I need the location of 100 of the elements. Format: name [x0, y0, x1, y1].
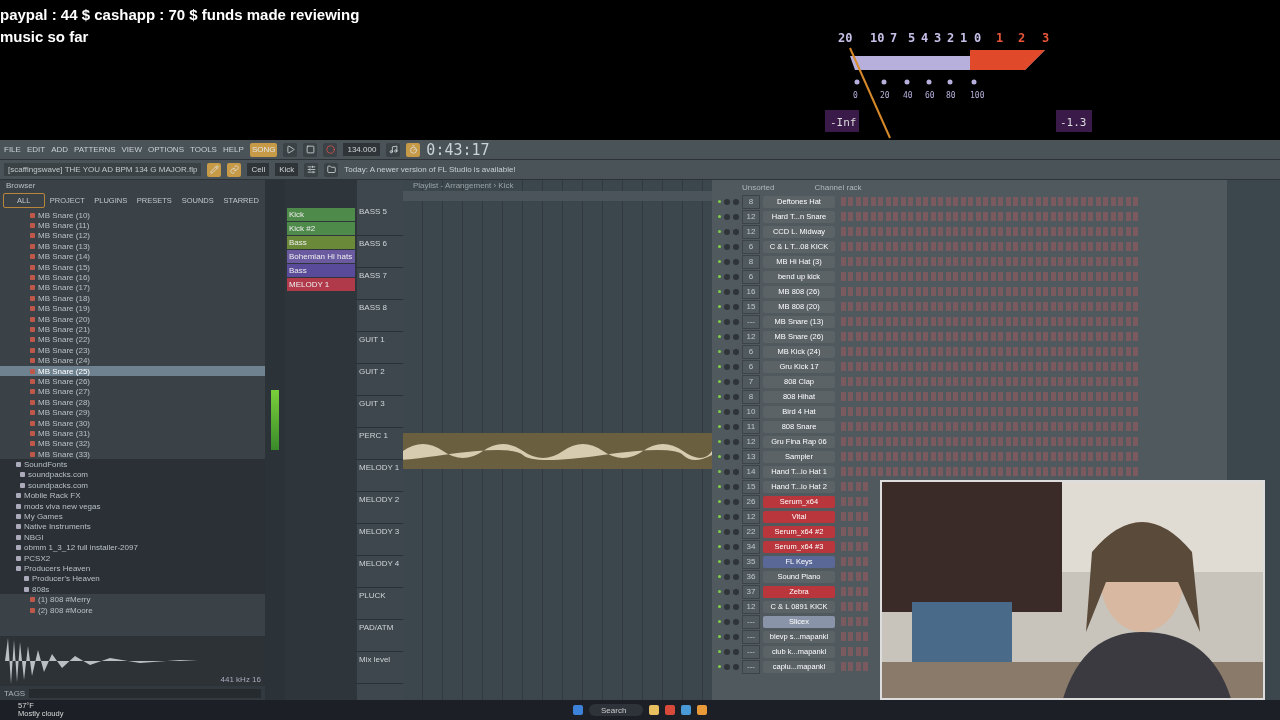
step-sequencer[interactable] — [841, 527, 869, 536]
step-sequencer[interactable] — [841, 272, 1141, 281]
browser-item[interactable]: (2) 808 #Moore — [0, 604, 265, 616]
pattern-selector[interactable]: Kick — [275, 163, 299, 176]
browser-item[interactable]: Mobile Rack FX — [0, 490, 265, 501]
pattern-item[interactable]: Bass — [287, 236, 355, 249]
step-sequencer[interactable] — [841, 242, 1141, 251]
browser-item[interactable]: MB Snare (25) — [0, 365, 265, 377]
browser-item[interactable]: MB Snare (24) — [0, 355, 265, 366]
volume-knob[interactable] — [733, 573, 739, 580]
browser-button[interactable] — [324, 162, 339, 177]
volume-knob[interactable] — [733, 558, 739, 565]
step-sequencer[interactable] — [841, 362, 1141, 371]
volume-knob[interactable] — [733, 603, 739, 610]
mixer-track-number[interactable]: 15 — [742, 479, 760, 494]
step-sequencer[interactable] — [841, 542, 869, 551]
mixer-track-number[interactable]: 12 — [742, 329, 760, 344]
browser-item[interactable]: MB Snare (10) — [0, 210, 265, 221]
pan-knob[interactable] — [724, 603, 730, 610]
step-sequencer[interactable] — [841, 557, 869, 566]
mixer-track-number[interactable]: 12 — [742, 434, 760, 449]
mixer-track-number[interactable]: --- — [742, 644, 760, 659]
menu-item[interactable]: FILE — [4, 145, 21, 154]
mixer-track-number[interactable]: 14 — [742, 464, 760, 479]
menu-item[interactable]: OPTIONS — [147, 145, 184, 154]
volume-knob[interactable] — [733, 633, 739, 640]
mixer-track-number[interactable]: 12 — [742, 599, 760, 614]
mixer-track-number[interactable]: 12 — [742, 209, 760, 224]
step-sequencer[interactable] — [841, 602, 869, 611]
mixer-track-number[interactable]: 8 — [742, 254, 760, 269]
menu-item[interactable]: VIEW — [121, 145, 142, 154]
mixer-track-number[interactable]: 15 — [742, 299, 760, 314]
browser-item[interactable]: MB Snare (21) — [0, 324, 265, 335]
browser-item[interactable]: MB Snare (14) — [0, 251, 265, 262]
pan-knob[interactable] — [724, 273, 730, 280]
volume-knob[interactable] — [733, 303, 739, 310]
step-sequencer[interactable] — [841, 197, 1141, 206]
step-sequencer[interactable] — [841, 257, 1141, 266]
pan-knob[interactable] — [724, 333, 730, 340]
step-sequencer[interactable] — [841, 317, 1141, 326]
mixer-track-number[interactable]: 34 — [742, 539, 760, 554]
volume-knob[interactable] — [733, 273, 739, 280]
metronome-button[interactable] — [386, 142, 401, 157]
volume-knob[interactable] — [733, 588, 739, 595]
pan-knob[interactable] — [724, 303, 730, 310]
step-sequencer[interactable] — [841, 407, 1141, 416]
pattern-item[interactable]: Bohemian Hi hats — [287, 250, 355, 263]
pan-knob[interactable] — [724, 558, 730, 565]
pattern-item[interactable]: Bass — [287, 264, 355, 277]
browser-item[interactable]: MB Snare (29) — [0, 407, 265, 418]
browser-item[interactable]: MB Snare (22) — [0, 334, 265, 346]
pan-knob[interactable] — [724, 243, 730, 250]
step-sequencer[interactable] — [841, 347, 1141, 356]
volume-knob[interactable] — [733, 543, 739, 550]
mixer-track-number[interactable]: 6 — [742, 359, 760, 374]
step-sequencer[interactable] — [841, 587, 869, 596]
channel-filter[interactable]: Unsorted — [742, 182, 775, 192]
pan-knob[interactable] — [724, 513, 730, 520]
browser-item[interactable]: MB Snare (30) — [0, 417, 265, 429]
browser-item[interactable]: soundpacks.com — [0, 469, 265, 481]
tempo-field[interactable]: 134.000 — [343, 143, 381, 156]
pan-knob[interactable] — [724, 573, 730, 580]
browser-item[interactable]: Producers Heaven — [0, 563, 265, 574]
pan-knob[interactable] — [724, 363, 730, 370]
pan-knob[interactable] — [724, 483, 730, 490]
volume-knob[interactable] — [733, 483, 739, 490]
mixer-track-number[interactable]: 6 — [742, 239, 760, 254]
mixer-track-number[interactable]: 12 — [742, 509, 760, 524]
browser-item[interactable]: MB Snare (18) — [0, 293, 265, 304]
volume-knob[interactable] — [733, 198, 739, 205]
volume-knob[interactable] — [733, 378, 739, 385]
step-sequencer[interactable] — [841, 212, 1141, 221]
pan-knob[interactable] — [724, 498, 730, 505]
volume-knob[interactable] — [733, 513, 739, 520]
menu-item[interactable]: PATTERNS — [74, 145, 116, 154]
pan-knob[interactable] — [724, 408, 730, 415]
browser-item[interactable]: My Games — [0, 511, 265, 522]
browser-item[interactable]: MB Snare (31) — [0, 428, 265, 439]
mixer-button[interactable] — [304, 162, 319, 177]
step-sequencer[interactable] — [841, 332, 1141, 341]
mixer-track-number[interactable]: --- — [742, 659, 760, 674]
step-sequencer[interactable] — [841, 377, 1141, 386]
play-button[interactable] — [283, 142, 298, 157]
record-button[interactable] — [323, 142, 338, 157]
step-sequencer[interactable] — [841, 662, 869, 671]
browser-item[interactable]: MB Snare (32) — [0, 438, 265, 449]
browser-item[interactable]: MB Snare (26) — [0, 376, 265, 387]
mixer-track-number[interactable]: 36 — [742, 569, 760, 584]
pan-knob[interactable] — [724, 618, 730, 625]
browser-item[interactable]: MB Snare (13) — [0, 241, 265, 252]
menu-item[interactable]: TOOLS — [190, 145, 217, 154]
mixer-track-number[interactable]: --- — [742, 314, 760, 329]
step-sequencer[interactable] — [841, 467, 1141, 476]
mixer-track-number[interactable]: 35 — [742, 554, 760, 569]
browser-item[interactable]: NBGI — [0, 532, 265, 543]
menu-item[interactable]: HELP — [222, 145, 244, 154]
pan-knob[interactable] — [724, 528, 730, 535]
volume-knob[interactable] — [733, 243, 739, 250]
mixer-track-number[interactable]: 8 — [742, 389, 760, 404]
step-sequencer[interactable] — [841, 422, 1141, 431]
